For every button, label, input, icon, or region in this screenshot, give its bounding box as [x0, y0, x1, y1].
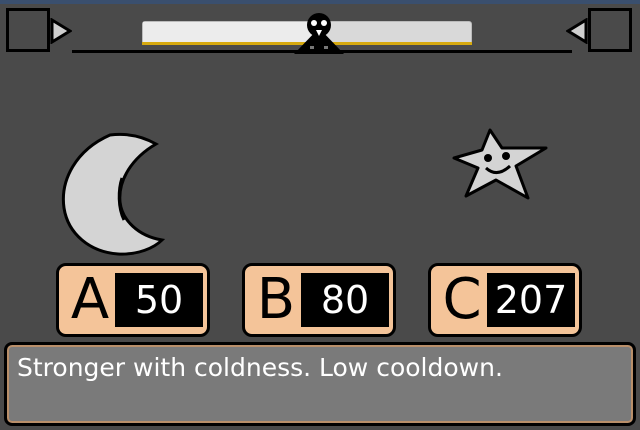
right-arrow-icon	[566, 18, 588, 44]
stat-a-letter: A	[70, 267, 110, 332]
stat-a-value: 50	[115, 273, 203, 327]
stat-b-letter: B	[256, 267, 296, 332]
stat-c-letter: C	[442, 267, 482, 332]
stat-c-box: C 207	[428, 263, 582, 337]
crescent-moon-icon	[61, 132, 166, 256]
bird-marker-icon	[294, 13, 344, 54]
smiling-star-icon	[452, 128, 548, 200]
description-text: Stronger with coldness. Low cooldown.	[17, 353, 503, 382]
stat-a-box: A 50	[56, 263, 210, 337]
description-panel: Stronger with coldness. Low cooldown.	[4, 342, 636, 426]
stat-c-value: 207	[487, 273, 575, 327]
left-arrow-icon	[50, 18, 72, 44]
right-box-marker-icon	[588, 8, 632, 52]
game-screen: A 50 B 80 C 207 Stronger with coldness. …	[0, 0, 640, 430]
left-box-marker-icon	[6, 8, 50, 52]
top-border	[0, 0, 640, 4]
stat-b-value: 80	[301, 273, 389, 327]
stat-b-box: B 80	[242, 263, 396, 337]
